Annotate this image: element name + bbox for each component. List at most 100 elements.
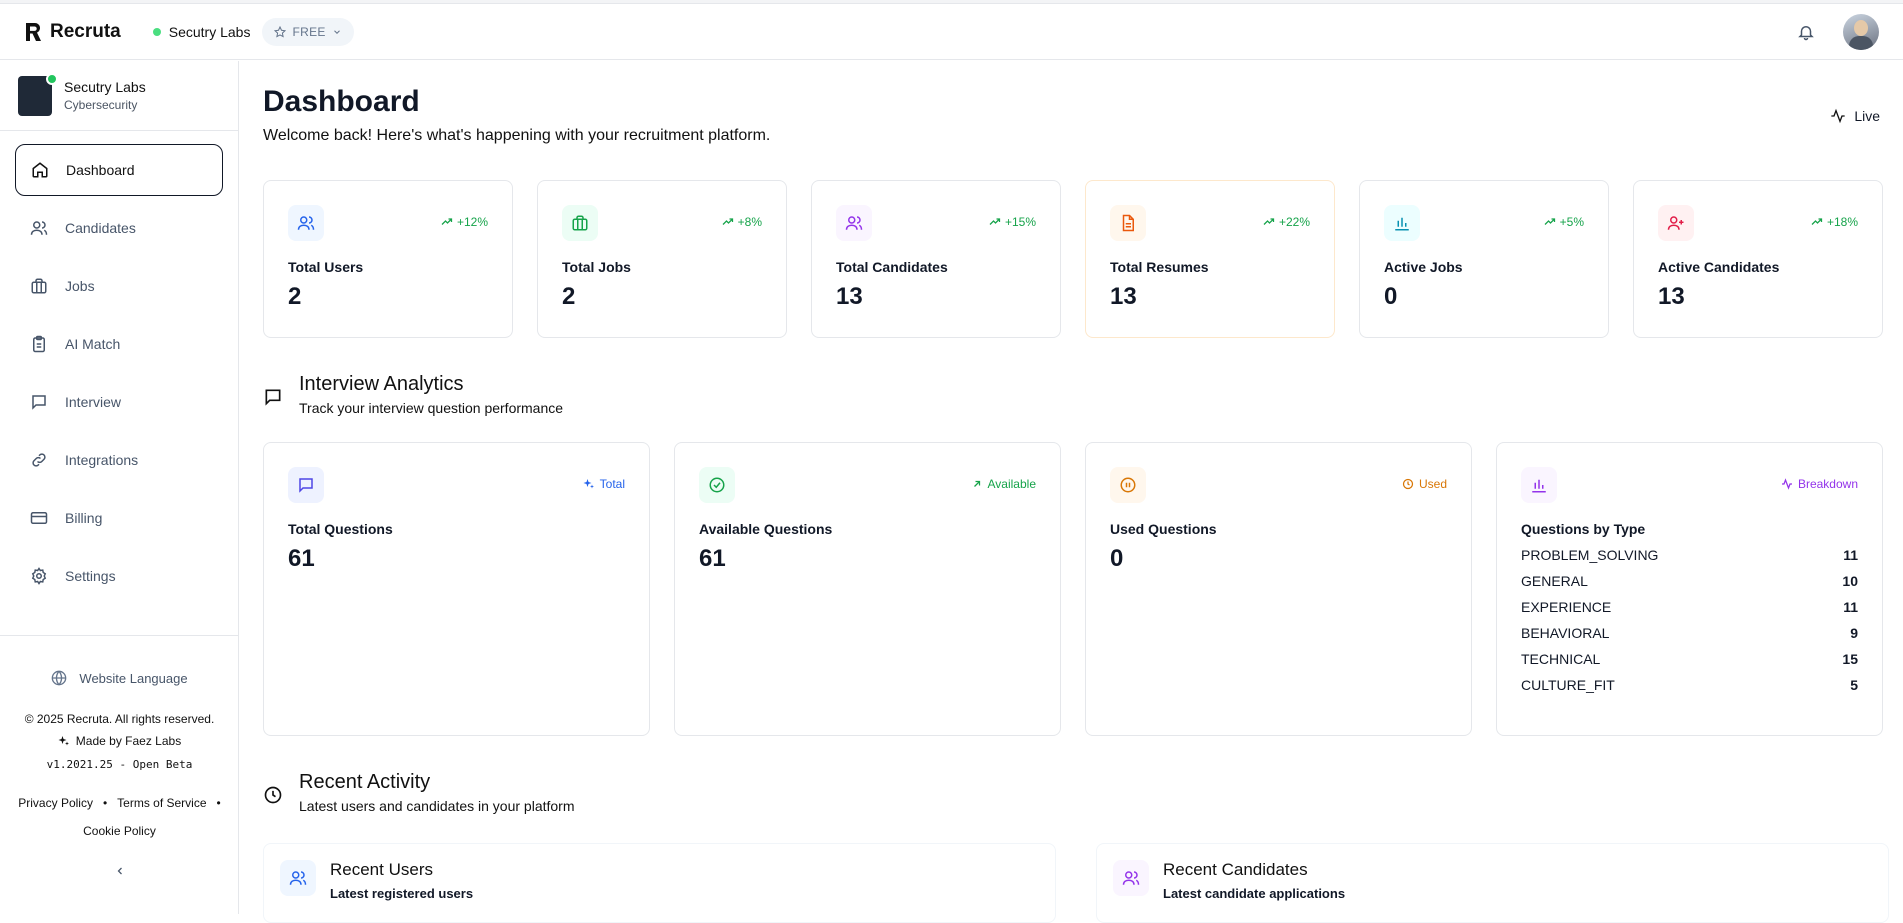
briefcase-icon: [30, 277, 48, 295]
sidebar-item-billing[interactable]: Billing: [15, 492, 223, 544]
live-indicator[interactable]: Live: [1830, 108, 1880, 124]
trend-badge: +12%: [441, 215, 488, 229]
chevron-left-icon: [114, 865, 126, 877]
user-avatar[interactable]: [1843, 13, 1879, 50]
clock-icon: [263, 785, 283, 814]
copyright-text: © 2025 Recruta. All rights reserved.: [24, 712, 215, 726]
org-switcher[interactable]: Secutry Labs: [152, 24, 250, 40]
stat-value: 2: [288, 283, 302, 310]
trend-value: +18%: [1826, 215, 1858, 229]
privacy-link[interactable]: Privacy Policy: [18, 789, 93, 817]
card-title: Recent Candidates: [1163, 860, 1308, 879]
sidebar-item-label: Integrations: [65, 452, 139, 468]
sidebar-item-ai-match[interactable]: AI Match: [15, 318, 223, 370]
trend-badge: +5%: [1544, 215, 1584, 229]
activity-icon: [1781, 478, 1793, 490]
stat-value: 2: [562, 283, 576, 310]
recent-users-card[interactable]: Recent Users Latest registered users: [263, 843, 1056, 923]
sidebar-org-subtitle: Cybersecurity: [64, 98, 138, 112]
plan-label: FREE: [292, 24, 326, 39]
bar-chart-icon: [1521, 467, 1557, 503]
tag-label: Available: [987, 477, 1036, 491]
card-value: 61: [699, 545, 726, 572]
interview-cards: Total Total Questions 61 Available Avail…: [263, 442, 1883, 736]
sidebar-item-settings[interactable]: Settings: [15, 550, 223, 602]
card-label: Questions by Type: [1521, 521, 1646, 537]
cookie-link[interactable]: Cookie Policy: [83, 817, 156, 845]
sidebar-item-label: Settings: [65, 568, 116, 584]
available-questions-card[interactable]: Available Available Questions 61: [674, 442, 1061, 736]
trending-up-icon: [441, 216, 453, 228]
avatar-face: [1854, 19, 1868, 36]
trending-up-icon: [1544, 216, 1556, 228]
stat-card-total-jobs[interactable]: +8% Total Jobs 2: [537, 180, 787, 338]
bell-icon[interactable]: [1797, 23, 1815, 41]
card-subtitle: Latest registered users: [330, 886, 474, 901]
type-name: PROBLEM_SOLVING: [1521, 547, 1659, 563]
users-icon: [30, 219, 48, 237]
stat-value: 13: [1110, 283, 1137, 310]
section-title: Recent Activity: [299, 771, 431, 793]
trending-up-icon: [722, 216, 734, 228]
list-item: BEHAVIORAL 9: [1521, 625, 1858, 641]
breakdown-tag: Breakdown: [1781, 477, 1858, 491]
stat-card-active-candidates[interactable]: +18% Active Candidates 13: [1633, 180, 1883, 338]
card-label: Available Questions: [699, 521, 833, 537]
page-subtitle: Welcome back! Here's what's happening wi…: [263, 127, 771, 144]
sidebar-item-jobs[interactable]: Jobs: [15, 260, 223, 312]
check-circle-icon: [699, 467, 735, 503]
trend-value: +12%: [456, 215, 488, 229]
page-title: Dashboard: [263, 85, 420, 118]
type-count: 11: [1843, 547, 1858, 563]
type-name: BEHAVIORAL: [1521, 625, 1610, 641]
collapse-sidebar-button[interactable]: [0, 865, 239, 877]
stat-card-total-users[interactable]: +12% Total Users 2: [263, 180, 513, 338]
stat-label: Total Users: [288, 259, 364, 275]
version-text: v1.2021.25 - Open Beta: [46, 758, 193, 771]
stat-label: Total Candidates: [836, 259, 948, 275]
sidebar-org-card[interactable]: Secutry Labs Cybersecurity: [0, 61, 238, 131]
home-icon: [31, 161, 49, 179]
sidebar-item-label: Candidates: [65, 220, 136, 236]
total-questions-card[interactable]: Total Total Questions 61: [263, 442, 650, 736]
stat-card-total-resumes[interactable]: +22% Total Resumes 13: [1085, 180, 1335, 338]
stat-card-active-jobs[interactable]: +5% Active Jobs 0: [1359, 180, 1609, 338]
sidebar-item-candidates[interactable]: Candidates: [15, 202, 223, 254]
trend-badge: +15%: [989, 215, 1036, 229]
activity-icon: [1830, 108, 1846, 124]
language-selector[interactable]: Website Language: [0, 670, 239, 686]
terms-link[interactable]: Terms of Service: [117, 789, 206, 817]
available-tag: Available: [971, 477, 1036, 491]
recent-activity-cards: Recent Users Latest registered users Rec…: [263, 843, 1889, 923]
sidebar-item-interview[interactable]: Interview: [15, 376, 223, 428]
type-count: 5: [1850, 677, 1858, 693]
used-questions-card[interactable]: Used Used Questions 0: [1085, 442, 1472, 736]
plan-badge[interactable]: FREE: [262, 17, 354, 46]
bar-chart-icon: [1384, 205, 1420, 241]
recent-activity-header: Recent Activity Latest users and candida…: [263, 771, 575, 814]
stat-value: 13: [1658, 283, 1685, 310]
sidebar: Secutry Labs Cybersecurity Dashboard Can…: [0, 61, 239, 914]
clock-icon: [1402, 478, 1414, 490]
users-icon: [288, 205, 324, 241]
interview-analytics-header: Interview Analytics Track your interview…: [263, 373, 563, 416]
online-indicator: [46, 72, 58, 85]
recruta-logo-icon: [24, 22, 42, 42]
list-item: EXPERIENCE 11: [1521, 599, 1858, 615]
sidebar-org-name: Secutry Labs: [64, 79, 146, 95]
questions-by-type-card[interactable]: Breakdown Questions by Type PROBLEM_SOLV…: [1496, 442, 1883, 736]
card-subtitle: Latest candidate applications: [1163, 886, 1346, 901]
stat-card-total-candidates[interactable]: +15% Total Candidates 13: [811, 180, 1061, 338]
sidebar-item-integrations[interactable]: Integrations: [15, 434, 223, 486]
stat-value: 0: [1384, 283, 1398, 310]
trending-up-icon: [989, 216, 1001, 228]
stat-label: Active Jobs: [1384, 259, 1463, 275]
section-title: Interview Analytics: [299, 373, 464, 395]
language-label: Website Language: [79, 670, 188, 686]
arrow-up-right-icon: [971, 478, 983, 490]
brand[interactable]: Recruta: [24, 21, 121, 43]
made-by[interactable]: Made by Faez Labs: [0, 734, 239, 748]
recent-candidates-card[interactable]: Recent Candidates Latest candidate appli…: [1096, 843, 1889, 923]
type-name: EXPERIENCE: [1521, 599, 1612, 615]
sidebar-item-dashboard[interactable]: Dashboard: [15, 144, 223, 196]
